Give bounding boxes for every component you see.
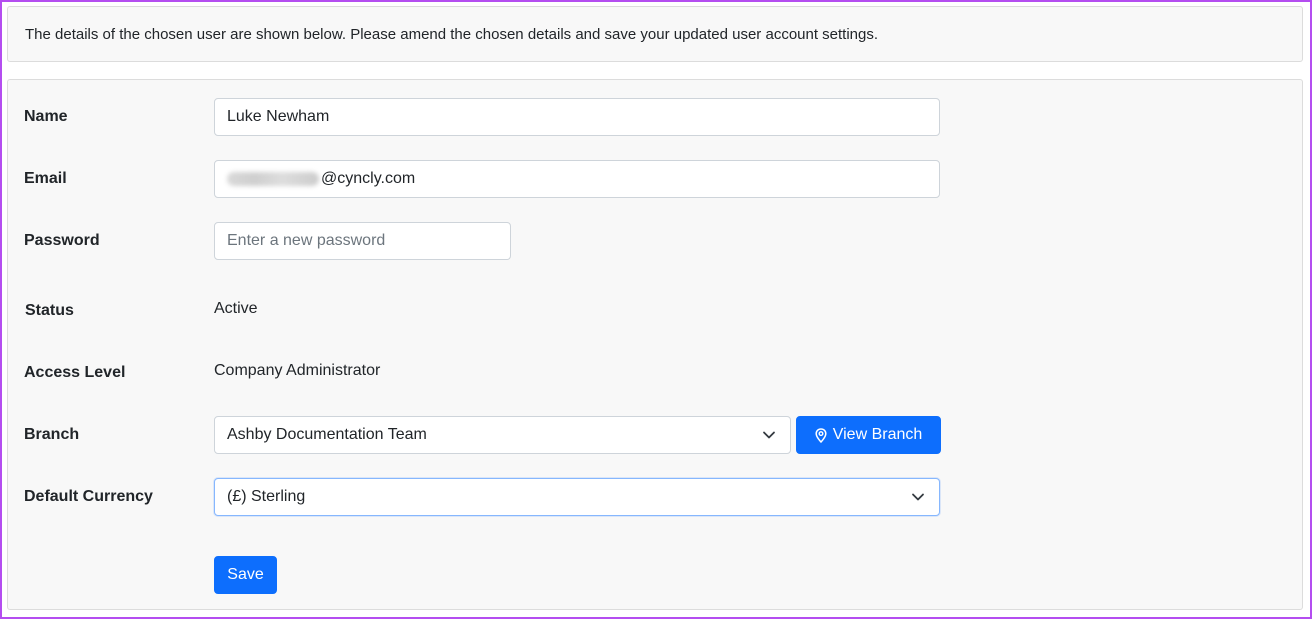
- password-input[interactable]: [214, 222, 511, 260]
- save-button[interactable]: Save: [214, 556, 277, 594]
- default-currency-select[interactable]: (£) Sterling: [214, 478, 940, 516]
- name-input[interactable]: [214, 98, 940, 136]
- default-currency-label: Default Currency: [24, 488, 153, 505]
- access-level-value: Company Administrator: [214, 362, 381, 379]
- chevron-down-icon: [912, 493, 924, 501]
- branch-label: Branch: [24, 426, 80, 443]
- status-label: Status: [25, 302, 74, 319]
- email-input[interactable]: @cyncly.com: [214, 160, 940, 198]
- chevron-down-icon: [763, 431, 775, 439]
- branch-select[interactable]: Ashby Documentation Team: [214, 416, 791, 454]
- access-level-label: Access Level: [24, 364, 126, 381]
- email-domain: @cyncly.com: [321, 170, 416, 187]
- email-label: Email: [24, 170, 67, 187]
- intro-text: The details of the chosen user are shown…: [25, 26, 879, 43]
- name-label: Name: [24, 108, 68, 125]
- status-value: Active: [214, 300, 258, 317]
- view-branch-label: View Branch: [832, 426, 923, 443]
- branch-selected-value: Ashby Documentation Team: [227, 426, 427, 443]
- user-details-form: Name Email @cyncly.com Password Status A…: [7, 79, 1303, 610]
- email-redacted-local-part: [227, 172, 319, 186]
- intro-panel: The details of the chosen user are shown…: [7, 6, 1303, 62]
- currency-selected-value: (£) Sterling: [227, 488, 306, 505]
- password-label: Password: [24, 232, 100, 249]
- map-pin-icon: [815, 427, 827, 443]
- view-branch-button[interactable]: View Branch: [796, 416, 941, 454]
